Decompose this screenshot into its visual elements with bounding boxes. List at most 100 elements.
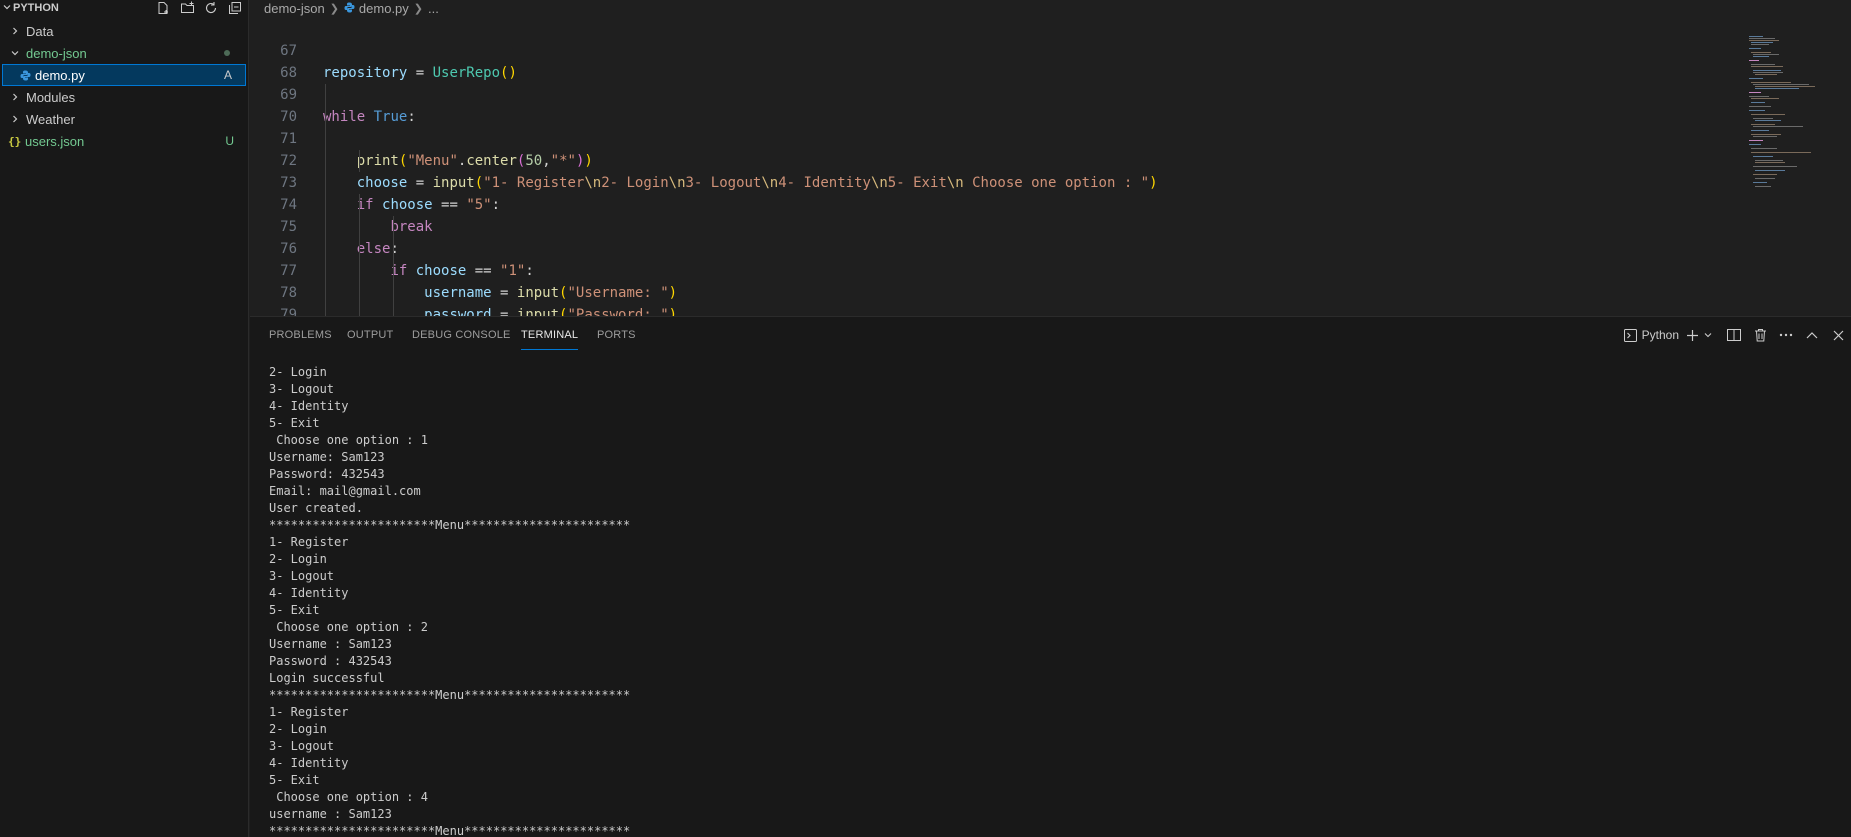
tree-item-label: demo.py: [35, 67, 85, 83]
terminal-line: 5- Exit: [269, 773, 320, 787]
modified-dot: [224, 50, 230, 56]
tab-debug-console[interactable]: DEBUG CONSOLE: [412, 329, 511, 341]
terminal-line: ***********************Menu*************…: [269, 824, 631, 837]
tree-folder-weather[interactable]: Weather: [0, 108, 248, 130]
panel-tabs: PROBLEMS OUTPUT DEBUG CONSOLE TERMINAL P…: [250, 317, 1851, 353]
terminal-line: Username: Sam123: [269, 450, 385, 464]
code-line: 67 repository = UserRepo(): [250, 18, 1851, 81]
terminal-line: 4- Identity: [269, 586, 349, 600]
more-actions-icon[interactable]: [1773, 325, 1799, 345]
tab-output[interactable]: OUTPUT: [347, 329, 393, 341]
chevron-right-icon: [7, 26, 23, 36]
code-line: 79: [250, 282, 1851, 316]
chevron-right-icon: [7, 114, 23, 124]
breadcrumb-folder[interactable]: demo-json: [264, 1, 325, 16]
chevron-down-icon[interactable]: [1701, 325, 1715, 345]
code-line: 75 if choose == "1":: [250, 194, 1851, 279]
refresh-icon[interactable]: [202, 0, 220, 16]
tab-problems[interactable]: PROBLEMS: [269, 329, 332, 341]
terminal-line: 3- Logout: [269, 739, 335, 753]
code-line: 70 print("Menu".center(50,"*")): [250, 84, 1851, 169]
terminal-line: Password : 432543: [269, 654, 392, 668]
terminal-line: 1- Register: [269, 535, 349, 549]
panel-toolbar: Python: [1623, 325, 1851, 345]
breadcrumb: demo-json ❯ demo.py ❯ ...: [250, 0, 1851, 17]
code-line: 74 else:: [250, 172, 1851, 257]
maximize-panel-icon[interactable]: [1799, 325, 1825, 345]
git-status-badge: U: [225, 134, 234, 148]
collapse-all-icon[interactable]: [226, 0, 244, 16]
tab-ports[interactable]: PORTS: [597, 329, 636, 341]
explorer-sidebar: PYTHON Data demo-json demo.py A Modules …: [0, 0, 249, 837]
terminal-line: Password: 432543: [269, 467, 385, 481]
code-area[interactable]: 67 repository = UserRepo() 68 69 while T…: [250, 18, 1851, 316]
chevron-down-icon: [7, 48, 23, 58]
file-tree: Data demo-json demo.py A Modules Weather…: [0, 20, 248, 152]
python-file-icon: [344, 2, 355, 16]
breadcrumb-file[interactable]: demo.py: [359, 1, 409, 16]
terminal-line: Username : Sam123: [269, 637, 392, 651]
breadcrumb-more[interactable]: ...: [428, 1, 439, 16]
chevron-right-icon: ❯: [329, 3, 339, 15]
code-line: 68: [250, 40, 1851, 81]
terminal-line: Choose one option : 2: [269, 620, 428, 634]
tree-item-label: demo-json: [26, 45, 87, 61]
terminal-line: 2- Login: [269, 722, 327, 736]
terminal-line: ***********************Menu*************…: [269, 518, 631, 532]
terminal-line: Choose one option : 4: [269, 790, 428, 804]
new-folder-icon[interactable]: [178, 0, 196, 16]
tree-item-label: Weather: [26, 111, 75, 127]
terminal-name[interactable]: Python: [1639, 325, 1683, 345]
code-line: 72 if choose == "5":: [250, 128, 1851, 213]
code-editor[interactable]: demo-json ❯ demo.py ❯ ... 67 repository …: [250, 0, 1851, 316]
terminal-line: 4- Identity: [269, 399, 349, 413]
terminal-line: username : Sam123: [269, 807, 392, 821]
terminal-line: Login successful: [269, 671, 385, 685]
code-line: 78 email = input("Email: "): [250, 260, 1851, 301]
code-line: 80 user = User(username = username, pass…: [250, 304, 1851, 316]
tree-item-label: Modules: [26, 89, 76, 105]
tree-item-label: Data: [26, 23, 54, 39]
tree-folder-demo-json[interactable]: demo-json: [0, 42, 248, 64]
terminal-line: 4- Identity: [269, 756, 349, 770]
add-terminal-icon[interactable]: [1683, 325, 1701, 345]
workspace-title: PYTHON: [13, 2, 59, 14]
tree-file-demo-py[interactable]: demo.py A: [2, 64, 246, 86]
code-line: 76 username = input("Username: "): [250, 216, 1851, 301]
terminal-line: ***********************Menu*************…: [269, 688, 631, 702]
tree-folder-data[interactable]: Data: [0, 20, 248, 42]
chevron-right-icon: [7, 92, 23, 102]
terminal-line: 3- Logout: [269, 382, 335, 396]
code-line: 73 break: [250, 150, 1851, 235]
terminal-line: 2- Login: [269, 552, 327, 566]
json-file-icon: {}: [8, 134, 22, 148]
minimap[interactable]: [1731, 36, 1851, 236]
split-terminal-icon[interactable]: [1721, 325, 1747, 345]
tree-file-users-json[interactable]: {} users.json U: [0, 130, 248, 152]
close-icon[interactable]: [1825, 325, 1851, 345]
explorer-header[interactable]: PYTHON: [0, 0, 248, 16]
code-line: 69 while True:: [250, 62, 1851, 125]
trash-icon[interactable]: [1747, 325, 1773, 345]
terminal-line: User created.: [269, 501, 363, 515]
code-line: 77 password = input("Password: "): [250, 238, 1851, 316]
code-line: 71 choose = input("1- Register\n2- Login…: [250, 106, 1851, 191]
terminal-line: 3- Logout: [269, 569, 335, 583]
python-file-icon: [18, 70, 32, 81]
terminal-line: 5- Exit: [269, 416, 320, 430]
tree-folder-modules[interactable]: Modules: [0, 86, 248, 108]
tab-terminal[interactable]: TERMINAL: [521, 329, 579, 350]
terminal-line: Choose one option : 1: [269, 433, 428, 447]
terminal-line: Email: mail@gmail.com: [269, 484, 421, 498]
chevron-down-icon[interactable]: [2, 2, 12, 15]
chevron-right-icon: ❯: [413, 3, 424, 15]
terminal-line: 2- Login: [269, 365, 327, 379]
git-status-badge: A: [223, 68, 232, 82]
terminal-icon: [1623, 325, 1639, 345]
bottom-panel: PROBLEMS OUTPUT DEBUG CONSOLE TERMINAL P…: [250, 316, 1851, 837]
tree-item-label: users.json: [25, 133, 85, 149]
new-file-icon[interactable]: [154, 0, 172, 16]
terminal-output[interactable]: 2- Login 3- Logout 4- Identity 5- Exit Choo…: [269, 364, 630, 837]
terminal-line: 1- Register: [269, 705, 349, 719]
terminal-line: 5- Exit: [269, 603, 320, 617]
